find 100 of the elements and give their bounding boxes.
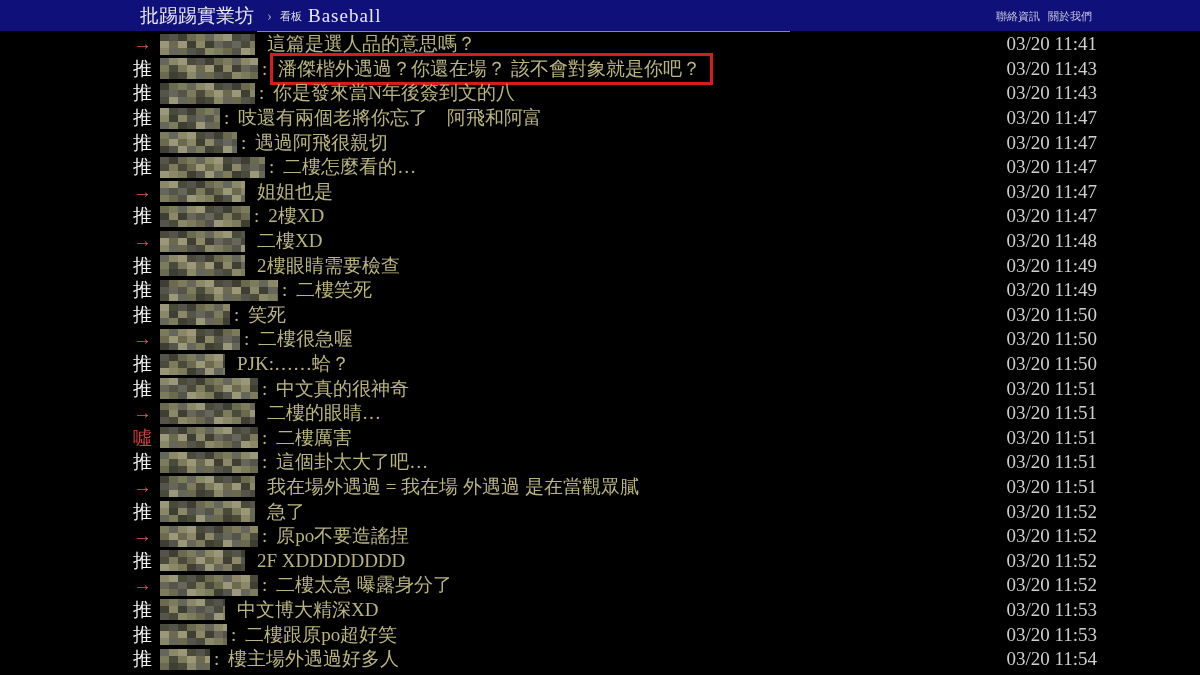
- comment-text: 二樓厲害: [276, 426, 353, 449]
- comment-text: 二樓怎麼看的…: [283, 156, 417, 179]
- push-tag: 推: [133, 451, 152, 474]
- colon-mark: :: [214, 648, 220, 671]
- comment-text: 我在場外遇過 = 我在場 外遇過 是在當觀眾膩: [267, 476, 639, 498]
- comment-text: 2樓眼睛需要檢查: [257, 254, 400, 277]
- pixelated-username: [160, 304, 230, 326]
- colon-mark: :: [231, 623, 237, 646]
- push-tag: →: [133, 230, 152, 253]
- board-name-link[interactable]: Baseball: [308, 4, 382, 27]
- comment-text: 笑死: [248, 303, 287, 326]
- push-tag: 推: [133, 57, 152, 80]
- push-tag: 推: [133, 353, 152, 375]
- header-link[interactable]: 關於我們: [1048, 8, 1092, 23]
- push-tag: 推: [133, 303, 152, 326]
- comment-time: 03/20 11:50: [1006, 328, 1097, 351]
- comment-text: 二樓很急喔: [258, 328, 354, 351]
- push-tag: 推: [133, 82, 152, 105]
- board-label: 看板: [280, 8, 302, 23]
- colon-mark: :: [269, 156, 275, 179]
- push-tag: 推: [133, 131, 152, 154]
- comment-text: 二樓跟原po超好笑: [245, 623, 398, 646]
- comment-text: 樓主場外遇過好多人: [228, 648, 400, 671]
- push-tag: 推: [133, 500, 152, 523]
- comment-time: 03/20 11:51: [1006, 402, 1097, 425]
- comment-text: 這個卦太大了吧…: [276, 451, 429, 474]
- pixelated-username: [160, 353, 225, 375]
- comment-text: 遇過阿飛很親切: [255, 131, 389, 154]
- push-tag: 推: [133, 279, 152, 302]
- colon-mark: :: [234, 303, 240, 326]
- push-tag: →: [133, 525, 152, 548]
- push-tag: 推: [133, 549, 152, 572]
- pixelated-username: [160, 648, 210, 670]
- comment-text: 二樓的眼睛…: [267, 402, 381, 425]
- push-tag: 推: [133, 254, 152, 277]
- pixelated-username: [160, 599, 225, 621]
- comment-time: 03/20 11:47: [1006, 156, 1097, 179]
- comment-text: 2F XDDDDDDDD: [257, 549, 406, 572]
- push-tag: 推: [133, 377, 152, 400]
- push-tag: →: [133, 574, 152, 597]
- comment-time: 03/20 11:51: [1006, 451, 1097, 474]
- pixelated-username: [160, 107, 220, 129]
- comment-time: 03/20 11:52: [1006, 574, 1097, 597]
- comment-time: 03/20 11:53: [1006, 598, 1097, 621]
- comment-text: 二樓太急 曝露身分了: [276, 574, 453, 597]
- comment-text: 二樓笑死: [296, 279, 373, 302]
- comment-time: 03/20 11:43: [1006, 82, 1097, 105]
- comment-time: 03/20 11:50: [1006, 303, 1097, 326]
- comment-text: 姐姐也是: [257, 180, 333, 203]
- comment-time: 03/20 11:52: [1006, 549, 1097, 572]
- push-tag: →: [133, 402, 152, 425]
- comment-text: 中文真的很神奇: [276, 377, 410, 400]
- comment-text: 原po不要造謠捏: [276, 525, 410, 548]
- colon-mark: :: [224, 107, 230, 130]
- comment-time: 03/20 11:51: [1006, 426, 1097, 449]
- comment-time: 03/20 11:54: [1006, 648, 1097, 671]
- comment-text: 中文博大精深XD: [237, 598, 379, 621]
- comment-text: 急了: [267, 500, 305, 523]
- comment-time: 03/20 11:52: [1006, 500, 1097, 523]
- colon-mark: :: [262, 574, 268, 597]
- comment-time: 03/20 11:47: [1006, 131, 1097, 154]
- colon-mark: :: [241, 131, 247, 154]
- colon-mark: :: [262, 525, 268, 548]
- push-tag: 推: [133, 623, 152, 646]
- push-tag: 推: [133, 156, 152, 179]
- push-tag: →: [133, 33, 152, 56]
- comment-time: 03/20 11:41: [1006, 33, 1097, 56]
- comment-time: 03/20 11:51: [1006, 377, 1097, 400]
- push-tag: 推: [133, 598, 152, 621]
- comment-text: PJK:……蛤？: [237, 353, 350, 375]
- breadcrumb-separator: ›: [267, 6, 272, 25]
- comment-time: 03/20 11:48: [1006, 230, 1097, 253]
- colon-mark: :: [244, 328, 250, 351]
- comment-time: 03/20 11:51: [1006, 476, 1097, 498]
- site-title-link[interactable]: 批踢踢實業坊: [140, 4, 254, 27]
- comment-time: 03/20 11:43: [1006, 57, 1097, 80]
- colon-mark: :: [262, 451, 268, 474]
- push-tag: 推: [133, 205, 152, 228]
- comment-time: 03/20 11:50: [1006, 353, 1097, 375]
- push-tag: →: [133, 328, 152, 351]
- comment-time: 03/20 11:49: [1006, 279, 1097, 302]
- colon-mark: :: [259, 82, 265, 105]
- colon-mark: :: [254, 205, 260, 228]
- colon-mark: :: [262, 426, 268, 449]
- comment-time: 03/20 11:47: [1006, 107, 1097, 130]
- comment-text: 吱還有兩個老將你忘了 阿飛和阿富: [238, 107, 543, 130]
- comment-time: 03/20 11:49: [1006, 254, 1097, 277]
- push-tag: →: [133, 180, 152, 203]
- push-tag: 推: [133, 107, 152, 130]
- comment-text: 2樓XD: [268, 205, 325, 228]
- header-link[interactable]: 聯絡資訊: [996, 8, 1040, 23]
- push-tag: 推: [133, 648, 152, 671]
- comment-time: 03/20 11:52: [1006, 525, 1097, 548]
- comment-time: 03/20 11:47: [1006, 180, 1097, 203]
- colon-mark: :: [282, 279, 288, 302]
- comment-time: 03/20 11:53: [1006, 623, 1097, 646]
- push-tag: →: [133, 476, 152, 498]
- push-tag: 噓: [133, 426, 152, 449]
- colon-mark: :: [262, 377, 268, 400]
- comment-text: 你是發來當N年後簽到文的八: [273, 82, 515, 105]
